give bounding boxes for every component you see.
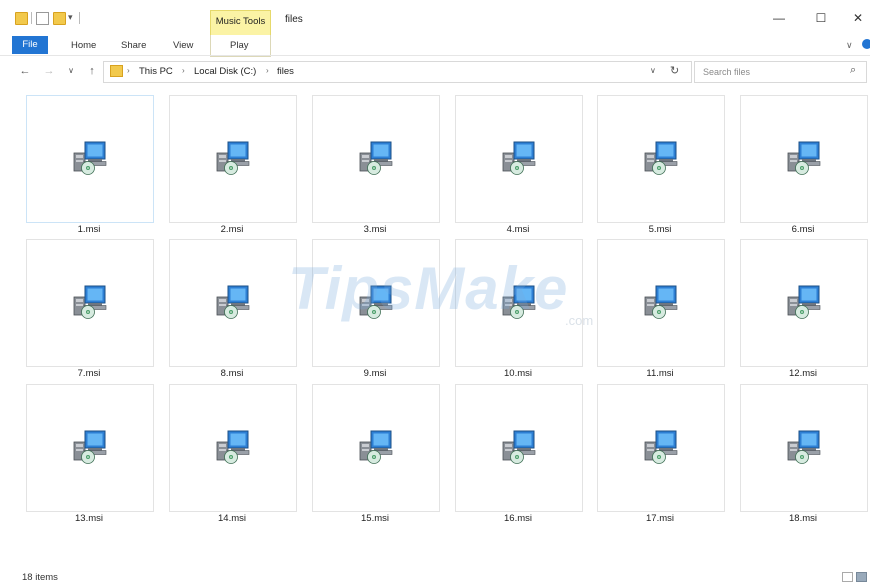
close-button[interactable]: ✕ xyxy=(848,9,868,27)
file-item[interactable] xyxy=(169,239,297,367)
watermark: TipsMake xyxy=(288,255,569,322)
file-item[interactable] xyxy=(26,384,154,512)
file-name[interactable]: 10.msi xyxy=(455,368,581,379)
breadcrumb-separator: › xyxy=(127,66,130,75)
msi-installer-icon xyxy=(358,429,394,465)
file-name[interactable]: 11.msi xyxy=(597,368,723,379)
breadcrumb-separator: › xyxy=(266,66,269,75)
file-item[interactable] xyxy=(740,384,868,512)
file-item[interactable] xyxy=(740,95,868,223)
maximize-button[interactable]: ☐ xyxy=(811,9,831,27)
file-item[interactable] xyxy=(312,384,440,512)
file-name[interactable]: 5.msi xyxy=(597,224,723,235)
separator xyxy=(31,12,32,24)
file-name[interactable]: 3.msi xyxy=(312,224,438,235)
file-name[interactable]: 2.msi xyxy=(169,224,295,235)
folder-icon xyxy=(110,65,123,77)
large-icons-view-button[interactable] xyxy=(856,572,867,582)
msi-installer-icon xyxy=(786,284,822,320)
file-name[interactable]: 1.msi xyxy=(26,224,152,235)
music-tools-label: Music Tools xyxy=(215,16,266,27)
tab-play[interactable]: Play xyxy=(230,40,248,51)
watermark-suffix: .com xyxy=(565,313,594,328)
tab-view[interactable]: View xyxy=(173,40,193,51)
minimize-button[interactable]: — xyxy=(769,9,789,27)
msi-installer-icon xyxy=(643,284,679,320)
file-name[interactable]: 14.msi xyxy=(169,513,295,524)
tab-share[interactable]: Share xyxy=(121,40,146,51)
msi-installer-icon xyxy=(501,429,537,465)
msi-installer-icon xyxy=(215,429,251,465)
address-bar[interactable] xyxy=(103,61,692,83)
msi-installer-icon xyxy=(215,284,251,320)
file-name[interactable]: 15.msi xyxy=(312,513,438,524)
breadcrumb-this-pc[interactable]: This PC xyxy=(139,66,173,77)
file-item[interactable] xyxy=(740,239,868,367)
ribbon-divider xyxy=(0,55,870,56)
properties-icon[interactable] xyxy=(36,12,49,25)
msi-installer-icon xyxy=(72,284,108,320)
msi-installer-icon xyxy=(72,429,108,465)
file-name[interactable]: 8.msi xyxy=(169,368,295,379)
customize-quick-access-icon[interactable]: ▾ xyxy=(68,12,73,23)
msi-installer-icon xyxy=(786,140,822,176)
up-button[interactable]: ↑ xyxy=(85,63,99,79)
forward-button[interactable]: → xyxy=(42,63,56,79)
msi-installer-icon xyxy=(786,429,822,465)
file-name[interactable]: 4.msi xyxy=(455,224,581,235)
file-item[interactable] xyxy=(169,384,297,512)
breadcrumb-files[interactable]: files xyxy=(277,66,294,77)
msi-installer-icon xyxy=(643,429,679,465)
title-bar xyxy=(0,0,870,32)
file-name[interactable]: 9.msi xyxy=(312,368,438,379)
status-item-count: 18 items xyxy=(22,572,58,583)
file-name[interactable]: 7.msi xyxy=(26,368,152,379)
msi-installer-icon xyxy=(358,140,394,176)
file-name[interactable]: 6.msi xyxy=(740,224,866,235)
file-name[interactable]: 16.msi xyxy=(455,513,581,524)
folder-icon[interactable] xyxy=(15,12,28,25)
file-item[interactable] xyxy=(597,95,725,223)
new-folder-icon[interactable] xyxy=(53,12,66,25)
recent-locations-button[interactable]: ∨ xyxy=(64,63,78,79)
breadcrumb-local-disk[interactable]: Local Disk (C:) xyxy=(194,66,256,77)
file-name[interactable]: 13.msi xyxy=(26,513,152,524)
msi-installer-icon xyxy=(72,140,108,176)
tab-home[interactable]: Home xyxy=(71,40,96,51)
details-view-button[interactable] xyxy=(842,572,853,582)
msi-installer-icon xyxy=(643,140,679,176)
file-item[interactable] xyxy=(597,384,725,512)
msi-installer-icon xyxy=(501,140,537,176)
window-title: files xyxy=(285,14,303,25)
file-name[interactable]: 18.msi xyxy=(740,513,866,524)
file-item[interactable] xyxy=(169,95,297,223)
search-icon[interactable]: ⌕ xyxy=(850,64,856,77)
file-item[interactable] xyxy=(26,239,154,367)
refresh-icon[interactable]: ↻ xyxy=(670,64,679,77)
back-button[interactable]: ← xyxy=(18,63,32,79)
file-item[interactable] xyxy=(26,95,154,223)
file-item[interactable] xyxy=(455,384,583,512)
msi-installer-icon xyxy=(215,140,251,176)
file-item[interactable] xyxy=(455,95,583,223)
help-icon[interactable] xyxy=(862,39,870,49)
file-name[interactable]: 12.msi xyxy=(740,368,866,379)
search-placeholder: Search files xyxy=(703,67,751,77)
file-item[interactable] xyxy=(597,239,725,367)
breadcrumb-separator: › xyxy=(182,66,185,75)
address-dropdown-icon[interactable]: ∨ xyxy=(650,66,656,75)
file-name[interactable]: 17.msi xyxy=(597,513,723,524)
expand-ribbon-icon[interactable]: ∨ xyxy=(846,40,853,51)
file-item[interactable] xyxy=(312,95,440,223)
separator xyxy=(79,12,80,24)
tab-file[interactable]: File xyxy=(12,36,48,54)
